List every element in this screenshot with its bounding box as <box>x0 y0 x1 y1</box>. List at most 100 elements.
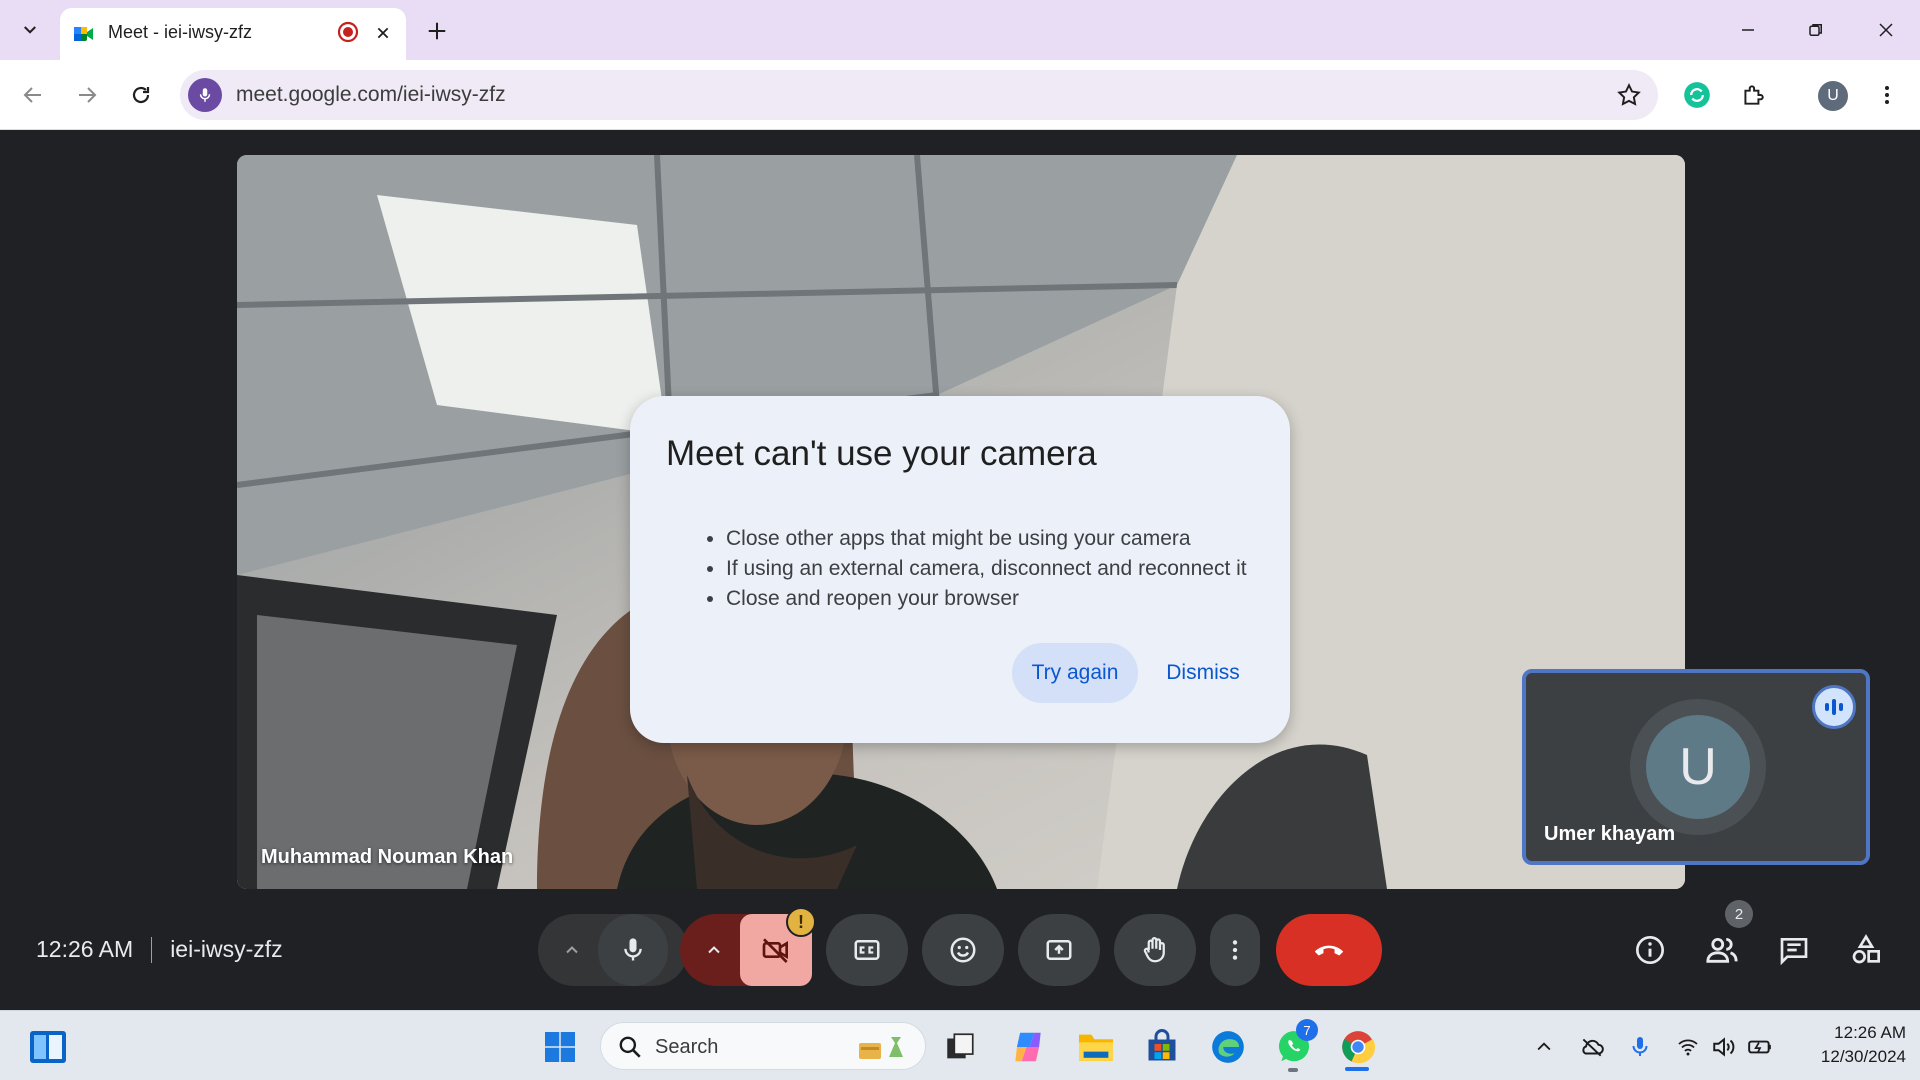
forward-button[interactable] <box>68 76 106 114</box>
battery-charging-icon <box>1748 1040 1771 1054</box>
store-icon <box>1148 1029 1176 1061</box>
reload-button[interactable] <box>122 76 160 114</box>
meeting-code: iei-iwsy-zfz <box>170 936 283 962</box>
extension-grammar-button[interactable] <box>1680 78 1714 112</box>
present-screen-button[interactable] <box>1018 914 1100 986</box>
widgets-icon <box>30 1031 66 1063</box>
url-text: meet.google.com/iei-iwsy-zfz <box>236 83 506 106</box>
people-icon <box>1706 937 1738 963</box>
speaker-name-label: Muhammad Nouman Khan <box>261 846 514 868</box>
microphone-in-use-icon[interactable] <box>188 78 222 112</box>
whatsapp-notification-badge: 7 <box>1296 1019 1318 1041</box>
tab-close-button[interactable] <box>372 22 394 44</box>
widgets-button[interactable] <box>26 1025 70 1069</box>
chevron-down-icon <box>24 26 36 34</box>
running-indicator <box>1288 1068 1298 1072</box>
captions-button[interactable] <box>826 914 908 986</box>
chat-icon <box>1780 938 1808 966</box>
extensions-button[interactable] <box>1736 78 1770 112</box>
folder-icon <box>1079 1034 1113 1061</box>
hand-icon <box>1143 937 1165 963</box>
mic-icon <box>199 88 211 102</box>
dialog-title: Meet can't use your camera <box>666 434 1097 473</box>
microphone-button[interactable] <box>598 914 668 986</box>
edge-button[interactable] <box>1206 1025 1250 1069</box>
activities-button[interactable] <box>1846 930 1886 970</box>
audio-options-button[interactable] <box>544 914 600 986</box>
arrow-right-icon <box>79 87 97 103</box>
edge-icon <box>1212 1031 1244 1063</box>
search-placeholder: Search <box>655 1036 719 1058</box>
camera-error-dialog: Meet can't use your camera Close other a… <box>630 396 1290 743</box>
task-view-button[interactable] <box>938 1025 982 1069</box>
wifi-button[interactable] <box>1674 1033 1702 1061</box>
tab-meet[interactable]: Meet - iei-iwsy-zfz <box>60 8 406 60</box>
people-button[interactable] <box>1702 930 1742 970</box>
profile-avatar[interactable]: U <box>1818 81 1848 111</box>
leave-call-button[interactable] <box>1276 914 1382 986</box>
chevron-up-icon <box>1537 1042 1551 1051</box>
bookmark-star-icon[interactable] <box>1616 82 1642 108</box>
windows-logo-icon <box>545 1032 575 1062</box>
new-tab-button[interactable] <box>420 14 454 48</box>
shapes-icon <box>1852 934 1880 964</box>
meeting-info-button[interactable] <box>1630 930 1670 970</box>
search-highlight-icon <box>859 1037 903 1059</box>
meeting-details: 12:26 AM iei-iwsy-zfz <box>36 936 283 963</box>
browser-toolbar: meet.google.com/iei-iwsy-zfz U <box>0 60 1920 130</box>
people-count-badge: 2 <box>1725 900 1753 928</box>
close-icon <box>1879 23 1893 37</box>
taskbar-search[interactable]: Search <box>600 1022 926 1070</box>
search-icon <box>619 1036 641 1058</box>
refresh-extension-icon <box>1684 82 1710 108</box>
tab-title: Meet - iei-iwsy-zfz <box>108 22 253 42</box>
video-off-icon <box>762 938 788 963</box>
list-item: If using an external camera, disconnect … <box>726 554 1247 584</box>
try-again-button[interactable]: Try again <box>1012 643 1138 703</box>
copilot-button[interactable] <box>1006 1025 1050 1069</box>
info-icon <box>1636 936 1664 964</box>
recording-icon <box>337 21 359 43</box>
minimize-icon <box>1742 29 1754 31</box>
battery-button[interactable] <box>1746 1033 1774 1061</box>
browser-menu-button[interactable] <box>1870 78 1904 112</box>
show-hidden-icons-button[interactable] <box>1530 1033 1558 1061</box>
task-view-icon <box>947 1033 974 1059</box>
address-bar[interactable]: meet.google.com/iei-iwsy-zfz <box>180 70 1658 120</box>
tab-search-button[interactable] <box>12 12 48 48</box>
browser-tab-bar: Meet - iei-iwsy-zfz <box>0 0 1920 60</box>
back-button[interactable] <box>14 76 52 114</box>
mic-icon <box>624 938 642 961</box>
more-options-button[interactable] <box>1210 914 1260 986</box>
windows-taskbar: Search 12:26 AM 12/30/2024 <box>0 1010 1920 1080</box>
meet-stage: Muhammad Nouman Khan U Umer khayam Meet … <box>0 130 1920 1010</box>
volume-button[interactable] <box>1710 1033 1738 1061</box>
audio-level-icon <box>1812 685 1856 729</box>
file-explorer-button[interactable] <box>1074 1025 1118 1069</box>
google-meet-icon <box>74 27 93 41</box>
system-clock[interactable]: 12:26 AM 12/30/2024 <box>1786 1021 1906 1069</box>
onedrive-button[interactable] <box>1578 1033 1606 1061</box>
start-button[interactable] <box>538 1025 582 1069</box>
list-item: Close and reopen your browser <box>726 584 1247 614</box>
participant-name: Umer khayam <box>1544 823 1676 845</box>
reactions-button[interactable] <box>922 914 1004 986</box>
chrome-button[interactable] <box>1336 1025 1380 1069</box>
more-vert-icon <box>1885 86 1889 104</box>
microsoft-store-button[interactable] <box>1140 1025 1184 1069</box>
close-window-button[interactable] <box>1858 10 1914 50</box>
minimize-button[interactable] <box>1720 10 1776 50</box>
volume-icon <box>1713 1037 1735 1057</box>
clock-date: 12/30/2024 <box>1820 1047 1906 1066</box>
cloud-off-icon <box>1582 1038 1604 1057</box>
close-icon <box>377 27 389 39</box>
participant-tile-self[interactable]: U Umer khayam <box>1522 669 1870 865</box>
camera-options-button[interactable] <box>686 914 742 986</box>
microphone-tray-button[interactable] <box>1626 1033 1654 1061</box>
restore-button[interactable] <box>1788 10 1844 50</box>
plus-icon <box>428 22 446 40</box>
chat-button[interactable] <box>1774 930 1814 970</box>
raise-hand-button[interactable] <box>1114 914 1196 986</box>
chevron-up-icon <box>708 946 720 954</box>
dismiss-button[interactable]: Dismiss <box>1148 643 1258 703</box>
